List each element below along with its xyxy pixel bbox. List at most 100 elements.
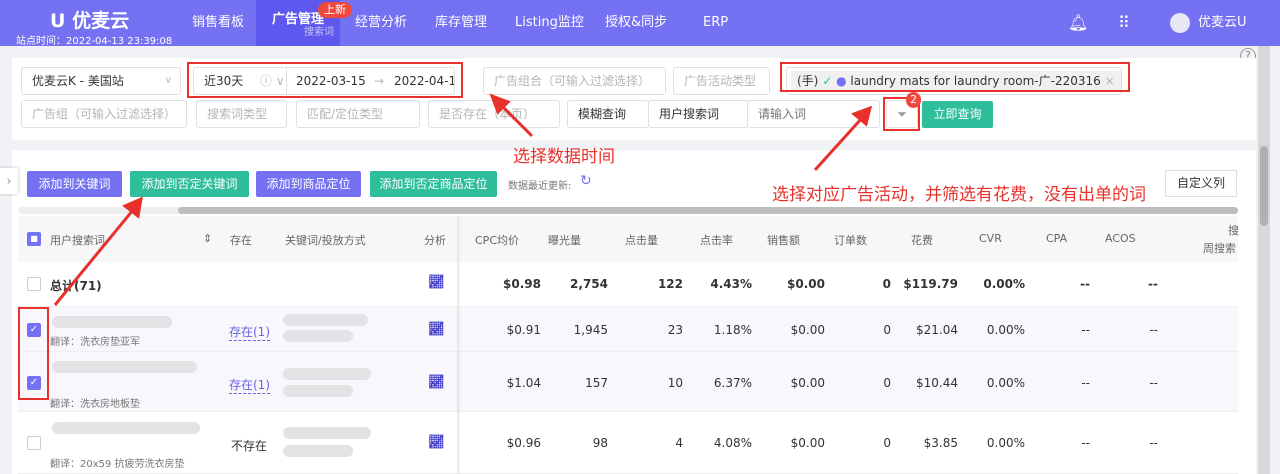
new-badge: 上新 [318, 2, 352, 18]
cell-acos: -- [1149, 323, 1158, 337]
trend-chart-icon[interactable]: 📈︎ [428, 435, 445, 450]
avatar[interactable] [1170, 13, 1190, 33]
trend-chart-icon[interactable]: 📈︎ [428, 275, 445, 290]
cell-spend: $10.44 [916, 376, 958, 390]
cell-acos: -- [1148, 277, 1158, 291]
th-spend[interactable]: 花费 [911, 232, 933, 248]
term-blurred [52, 361, 197, 373]
th-orders[interactable]: 订单数 [834, 232, 867, 248]
th-exists: 存在 [230, 234, 252, 247]
logo-text: 优麦云 [72, 10, 130, 32]
th-keyword[interactable]: 关键词/投放方式 [285, 232, 366, 248]
cell-orders: 0 [883, 376, 891, 390]
nav-ads[interactable]: 广告管理 搜索词 上新 [256, 0, 352, 46]
th-extra-2: 周搜索 [1203, 242, 1236, 255]
th-impr[interactable]: 曝光量 [548, 232, 581, 248]
term-type-select[interactable]: 搜索词类型 [196, 100, 287, 128]
cell-clicks: 10 [667, 376, 683, 390]
cell-cpc: $0.96 [506, 436, 541, 450]
keyword-blurred [283, 445, 353, 457]
horizontal-scrollbar[interactable] [18, 207, 1238, 214]
trend-chart-icon[interactable]: 📈︎ [428, 375, 445, 390]
store-select[interactable]: 优麦云K - 美国站 ∨ [21, 67, 181, 95]
keyword-blurred [283, 427, 371, 439]
cell-cvr: 0.00% [986, 323, 1025, 337]
exists-link[interactable]: 存在(1) [229, 323, 270, 341]
add-negative-keyword-button[interactable]: 添加到否定关键词 [130, 171, 249, 197]
refresh-icon[interactable]: ↻ [580, 173, 592, 189]
term-blurred [52, 316, 172, 328]
th-clicks[interactable]: 点击量 [625, 232, 658, 248]
query-input[interactable] [747, 100, 880, 128]
filter-count-badge: 2 [906, 92, 921, 108]
keyword-blurred [283, 314, 368, 326]
sort-icon[interactable]: ⇕ [203, 232, 212, 245]
apps-grid-icon[interactable]: ⠿ [1118, 0, 1130, 46]
cell-spend: $21.04 [916, 323, 958, 337]
th-term[interactable]: 用户搜索词 [50, 232, 105, 248]
query-mode-select[interactable]: 模糊查询 [567, 100, 649, 128]
cell-ctr: 4.08% [713, 436, 752, 450]
select-all-checkbox[interactable]: ■ [27, 232, 41, 246]
cell-orders: 0 [883, 323, 891, 337]
trend-chart-icon[interactable]: 📈︎ [428, 322, 445, 337]
nav-erp[interactable]: ERP [703, 0, 728, 46]
annotation-campaign: 选择对应广告活动，并筛选有花费，没有出单的词 [772, 185, 1146, 205]
exists-select[interactable]: 是否存在（本页） [428, 100, 560, 128]
cell-spend: $3.85 [923, 436, 958, 450]
cell-cpc: $1.04 [506, 376, 541, 390]
row-checkbox[interactable] [27, 436, 41, 450]
search-button[interactable]: 立即查询 [922, 101, 993, 128]
add-target-button[interactable]: 添加到商品定位 [256, 171, 361, 197]
th-sales[interactable]: 销售额 [767, 232, 800, 248]
th-cvr[interactable]: CVR [979, 232, 1002, 245]
nav-listing[interactable]: Listing监控 [515, 0, 584, 46]
query-field-select[interactable]: 用户搜索词 [648, 100, 748, 128]
cell-cpc: $0.98 [503, 277, 541, 291]
bell-icon[interactable]: 🔔︎ [1068, 0, 1088, 46]
cell-cpa: -- [1081, 436, 1090, 450]
th-ctr[interactable]: 点击率 [700, 232, 733, 248]
keyword-blurred [283, 385, 353, 397]
campaign-type-ph: 广告活动类型 [684, 74, 757, 88]
page-scrollbar[interactable] [1258, 46, 1270, 474]
fixed-column-shadow [457, 216, 461, 474]
highlight-campaign [780, 62, 1130, 92]
cell-impr: 157 [585, 376, 608, 390]
cell-impr: 98 [592, 436, 608, 450]
campaign-type-select[interactable]: 广告活动类型 [673, 67, 770, 95]
keyword-blurred [283, 368, 371, 380]
user-name[interactable]: 优麦云U [1198, 0, 1247, 46]
row-checkbox[interactable] [27, 277, 41, 291]
highlight-date [187, 62, 463, 98]
th-extra: 搜 [1228, 224, 1239, 237]
chevron-down-icon: ∨ [164, 75, 172, 86]
store-value: 优麦云K - 美国站 [32, 74, 124, 88]
cell-sales: $0.00 [790, 436, 825, 450]
nav-auth[interactable]: 授权&同步 [605, 0, 667, 46]
exists-link[interactable]: 存在(1) [229, 376, 270, 394]
th-acos[interactable]: ACOS [1105, 232, 1136, 245]
th-cpc[interactable]: CPC均价 [475, 232, 519, 248]
cell-acos: -- [1149, 436, 1158, 450]
nav-inventory[interactable]: 库存管理 [435, 0, 487, 46]
nav-analysis[interactable]: 经营分析 [355, 0, 407, 46]
cell-cpa: -- [1080, 277, 1090, 291]
custom-columns-button[interactable]: 自定义列 [1165, 170, 1237, 197]
match-type-select[interactable]: 匹配/定位类型 [296, 100, 420, 128]
nav-sales[interactable]: 销售看板 [192, 0, 244, 46]
add-keyword-button[interactable]: 添加到关键词 [27, 171, 122, 197]
cell-ctr: 4.43% [710, 277, 752, 291]
cell-clicks: 23 [667, 323, 683, 337]
cell-orders: 0 [883, 436, 891, 450]
total-row [18, 262, 1238, 307]
add-negative-target-button[interactable]: 添加到否定商品定位 [370, 171, 497, 197]
expand-icon[interactable]: › [0, 168, 18, 194]
cell-sales: $0.00 [790, 376, 825, 390]
total-label: 总计(71) [50, 279, 102, 293]
portfolio-select[interactable]: 广告组合（可输入过滤选择） [483, 67, 666, 95]
table-row [18, 352, 1238, 412]
th-cpa[interactable]: CPA [1046, 232, 1067, 245]
ad-group-select[interactable]: 广告组（可输入过滤选择） [21, 100, 187, 128]
cell-ctr: 6.37% [713, 376, 752, 390]
